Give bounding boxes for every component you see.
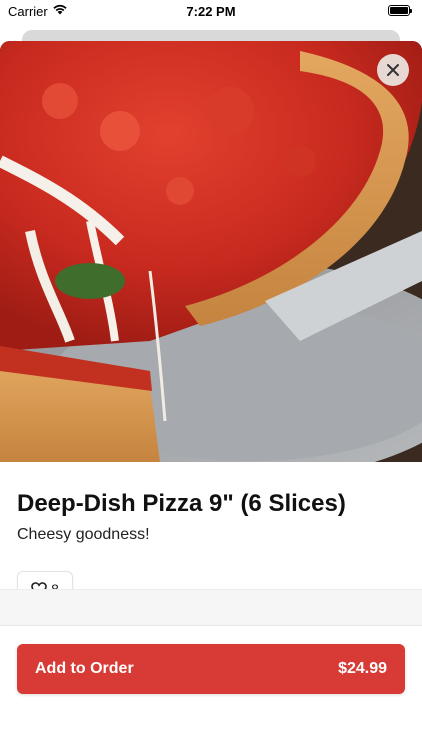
app-screen: Carrier 7:22 PM Deep-Dish Pizza 9" (6 Sl…: [0, 0, 422, 750]
order-footer: Add to Order $24.99: [0, 625, 422, 709]
close-button[interactable]: [377, 54, 409, 86]
deep-dish-pizza-photo: [0, 41, 422, 462]
add-to-order-label: Add to Order: [35, 660, 134, 677]
item-title: Deep-Dish Pizza 9" (6 Slices): [17, 490, 346, 517]
add-to-order-button[interactable]: Add to Order $24.99: [17, 644, 405, 694]
close-icon: [387, 64, 399, 76]
status-time: 7:22 PM: [186, 4, 236, 19]
battery-icon: [388, 5, 412, 16]
order-price: $24.99: [338, 660, 387, 677]
item-description: Cheesy goodness!: [17, 526, 150, 543]
status-bar: Carrier 7:22 PM: [0, 0, 422, 24]
divider-band: [0, 589, 422, 625]
